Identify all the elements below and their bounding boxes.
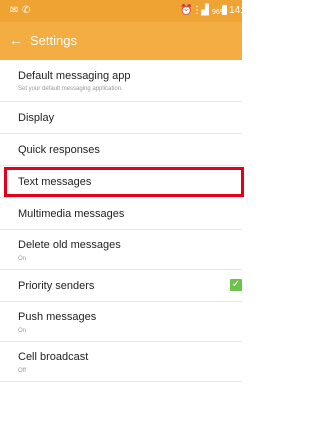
setting-label: Cell broadcast xyxy=(18,351,89,363)
status-time: 14: xyxy=(229,5,243,16)
page-title: Settings xyxy=(30,33,77,48)
priority-senders-checkbox[interactable]: ✓ xyxy=(230,279,242,291)
app-bar: ← Settings xyxy=(0,22,242,60)
setting-label: Default messaging app xyxy=(18,70,131,82)
signal-icon: ▟ xyxy=(201,5,209,16)
setting-text-messages[interactable]: Text messages xyxy=(0,166,244,198)
setting-label: Text messages xyxy=(18,176,92,188)
mail-icon: ✉ xyxy=(10,5,19,16)
status-bar: ✉ ✆ ⏰ ⋮ ▟ 96% 14: xyxy=(0,0,243,22)
setting-label: Priority senders xyxy=(18,280,95,292)
setting-display[interactable]: Display xyxy=(0,102,242,134)
setting-summary: Set your default messaging application. xyxy=(18,86,123,92)
setting-quick-responses[interactable]: Quick responses xyxy=(0,134,242,166)
setting-summary: On xyxy=(18,328,27,334)
back-arrow-icon[interactable]: ← xyxy=(9,32,23,48)
setting-multimedia-messages[interactable]: Multimedia messages xyxy=(0,198,242,230)
setting-label: Multimedia messages xyxy=(18,208,125,220)
setting-label: Delete old messages xyxy=(18,239,121,251)
setting-default-messaging-app[interactable]: Default messaging app Set your default m… xyxy=(0,60,242,102)
setting-push-messages[interactable]: Push messages On xyxy=(0,302,242,342)
setting-label: Push messages xyxy=(18,311,97,323)
phone-icon: ✆ xyxy=(22,5,31,16)
setting-cell-broadcast[interactable]: Cell broadcast Off xyxy=(0,342,242,382)
setting-summary: On xyxy=(18,256,27,262)
setting-priority-senders[interactable]: Priority senders ✓ xyxy=(0,270,242,302)
setting-label: Quick responses xyxy=(18,144,100,156)
setting-summary: Off xyxy=(18,368,26,374)
alarm-icon: ⏰ xyxy=(180,5,193,16)
setting-delete-old-messages[interactable]: Delete old messages On xyxy=(0,230,242,270)
setting-label: Display xyxy=(18,112,55,124)
battery-icon xyxy=(222,5,227,15)
